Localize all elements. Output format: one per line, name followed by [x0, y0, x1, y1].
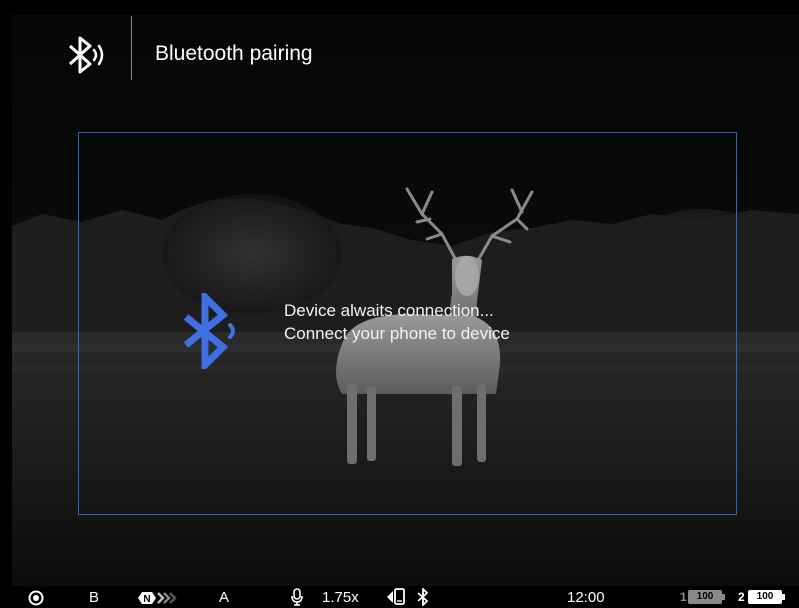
- record-icon: [28, 590, 44, 606]
- bluetooth-icon: [417, 588, 429, 606]
- phone-bluetooth-icon: [387, 588, 405, 605]
- battery-2-level: 100: [748, 590, 782, 604]
- header-bar: Bluetooth pairing: [12, 14, 799, 96]
- zoom-level: 1.75x: [322, 589, 359, 606]
- bluetooth-pairing-icon: [68, 36, 104, 74]
- microphone-icon: [291, 588, 303, 606]
- n-badge-icon: N: [138, 592, 177, 605]
- battery-2-label: 2: [738, 590, 745, 604]
- pairing-message-line-2: Connect your phone to device: [284, 324, 510, 343]
- pairing-dialog: Device alwaits connection... Connect you…: [78, 132, 737, 515]
- clock: 12:00: [567, 589, 605, 606]
- pairing-message-line-1: Device alwaits connection...: [284, 301, 494, 320]
- battery-1-label: 1: [680, 590, 687, 604]
- pairing-message: Device alwaits connection... Connect you…: [284, 299, 510, 345]
- mode-a-indicator: A: [219, 589, 230, 606]
- battery-1-terminal: [722, 594, 725, 600]
- battery-1-level: 100: [688, 590, 722, 604]
- status-bar: B N A 1.75x 12:00 1 100 2 100: [0, 586, 799, 608]
- header-divider: [131, 16, 132, 80]
- mode-b-indicator: B: [89, 589, 100, 606]
- page-title: Bluetooth pairing: [155, 42, 313, 65]
- bluetooth-icon: [183, 293, 235, 369]
- svg-text:N: N: [143, 594, 150, 605]
- battery-2-terminal: [782, 594, 785, 600]
- device-screen: Bluetooth pairing Device alwaits connect…: [0, 0, 799, 608]
